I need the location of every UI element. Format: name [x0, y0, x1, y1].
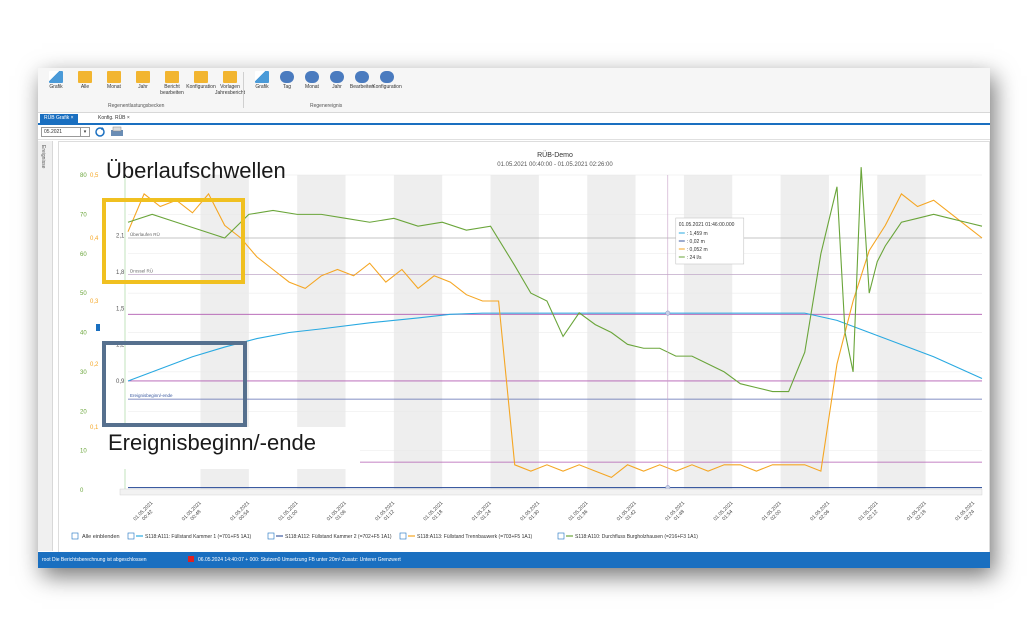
y-tick-label-green: 40	[80, 331, 87, 337]
threshold-highlight-box	[102, 198, 245, 284]
chart-title: RÜB-Demo	[537, 151, 573, 159]
x-tick-label: 01.05.202101:36	[567, 500, 593, 526]
y-tick-label-green: 50	[80, 291, 87, 297]
legend-entry: S118:A113: Füllstand Trennbauwerk (=703+…	[417, 534, 532, 540]
cursor-tooltip-time: 01.05.2021 01:46:00.000	[679, 222, 735, 228]
x-tick-label: 01.05.202101:24	[471, 500, 497, 526]
y-tick-label-green: 70	[80, 212, 87, 218]
x-tick-label: 01.05.202101:48	[664, 500, 690, 526]
x-tick-label: 01.05.202102:18	[906, 500, 932, 526]
x-tick-label: 01.05.202101:42	[616, 500, 642, 526]
legend-entry: S118:A110: Durchfluss Burgholzhausen (=2…	[575, 534, 698, 540]
axis-marker	[96, 324, 100, 331]
cursor-tooltip-value: : 0,02 m	[687, 239, 705, 245]
cursor-tooltip-value: : 0,052 m	[687, 247, 708, 253]
series-line-3	[127, 167, 983, 393]
threshold-overlay-label: Überlaufschwellen	[106, 158, 286, 183]
x-tick-label: 01.05.202102:24	[954, 500, 980, 526]
x-tick-label: 01.05.202101:06	[326, 500, 352, 526]
x-tick-label: 01.05.202102:12	[858, 500, 884, 526]
legend-checkbox[interactable]	[71, 532, 79, 540]
legend-checkbox[interactable]	[267, 532, 275, 540]
x-tick-label: 01.05.202101:30	[519, 500, 545, 526]
x-tick-label: 01.05.202101:00	[277, 500, 303, 526]
y-tick-label-green: 30	[80, 370, 87, 376]
y-tick-label-orange: 0,5	[90, 173, 99, 179]
legend-checkbox[interactable]	[399, 532, 407, 540]
y-tick-label-green: 10	[80, 449, 87, 455]
x-tick-label: 01.05.202101:18	[422, 500, 448, 526]
y-tick-label-green: 0	[80, 488, 84, 494]
y-tick-label-green: 80	[80, 173, 87, 179]
x-tick-label: 01.05.202101:54	[713, 500, 739, 526]
y-tick-label-blue: 1,5	[116, 306, 125, 312]
cursor-tooltip-value: : 1,459 m	[687, 231, 708, 237]
y-tick-label-orange: 0,3	[90, 299, 99, 305]
cursor-marker	[665, 310, 671, 316]
x-tick-label: 01.05.202100:48	[181, 500, 207, 526]
horizontal-scrollbar[interactable]	[119, 488, 983, 496]
y-tick-label-green: 60	[80, 252, 87, 258]
y-tick-label-orange: 0,2	[90, 362, 99, 368]
event-highlight-box	[102, 341, 247, 427]
legend-checkbox[interactable]	[557, 532, 565, 540]
x-tick-label: 01.05.202101:12	[374, 500, 400, 526]
y-tick-label-orange: 0,4	[90, 236, 99, 242]
x-tick-label: 01.05.202100:54	[229, 500, 255, 526]
legend-entry: S118:A111: Füllstand Kammer 1 (=701+F5 1…	[145, 534, 252, 540]
chart-subtitle: 01.05.2021 00:40:00 - 01.05.2021 02:26:0…	[497, 162, 613, 168]
y-tick-label-orange: 0,1	[90, 425, 99, 431]
cursor-tooltip-value: : 24 l/s	[687, 255, 702, 261]
event-overlay-label: Ereignisbeginn/-ende	[102, 427, 360, 469]
legend-entry: S118:A112: Füllstand Kammer 2 (=702+F5 1…	[285, 534, 392, 540]
legend-checkbox[interactable]	[127, 532, 135, 540]
x-tick-label: 01.05.202102:06	[809, 500, 835, 526]
x-tick-label: 01.05.202102:00	[761, 500, 787, 526]
x-tick-label: 01.05.202100:42	[132, 500, 158, 526]
y-tick-label-green: 20	[80, 409, 87, 415]
chart-svg: Überlaufen RÜDrossel RÜEreignisbeginn/-e…	[71, 151, 983, 540]
legend-show-all: Alle einblenden	[82, 534, 120, 540]
